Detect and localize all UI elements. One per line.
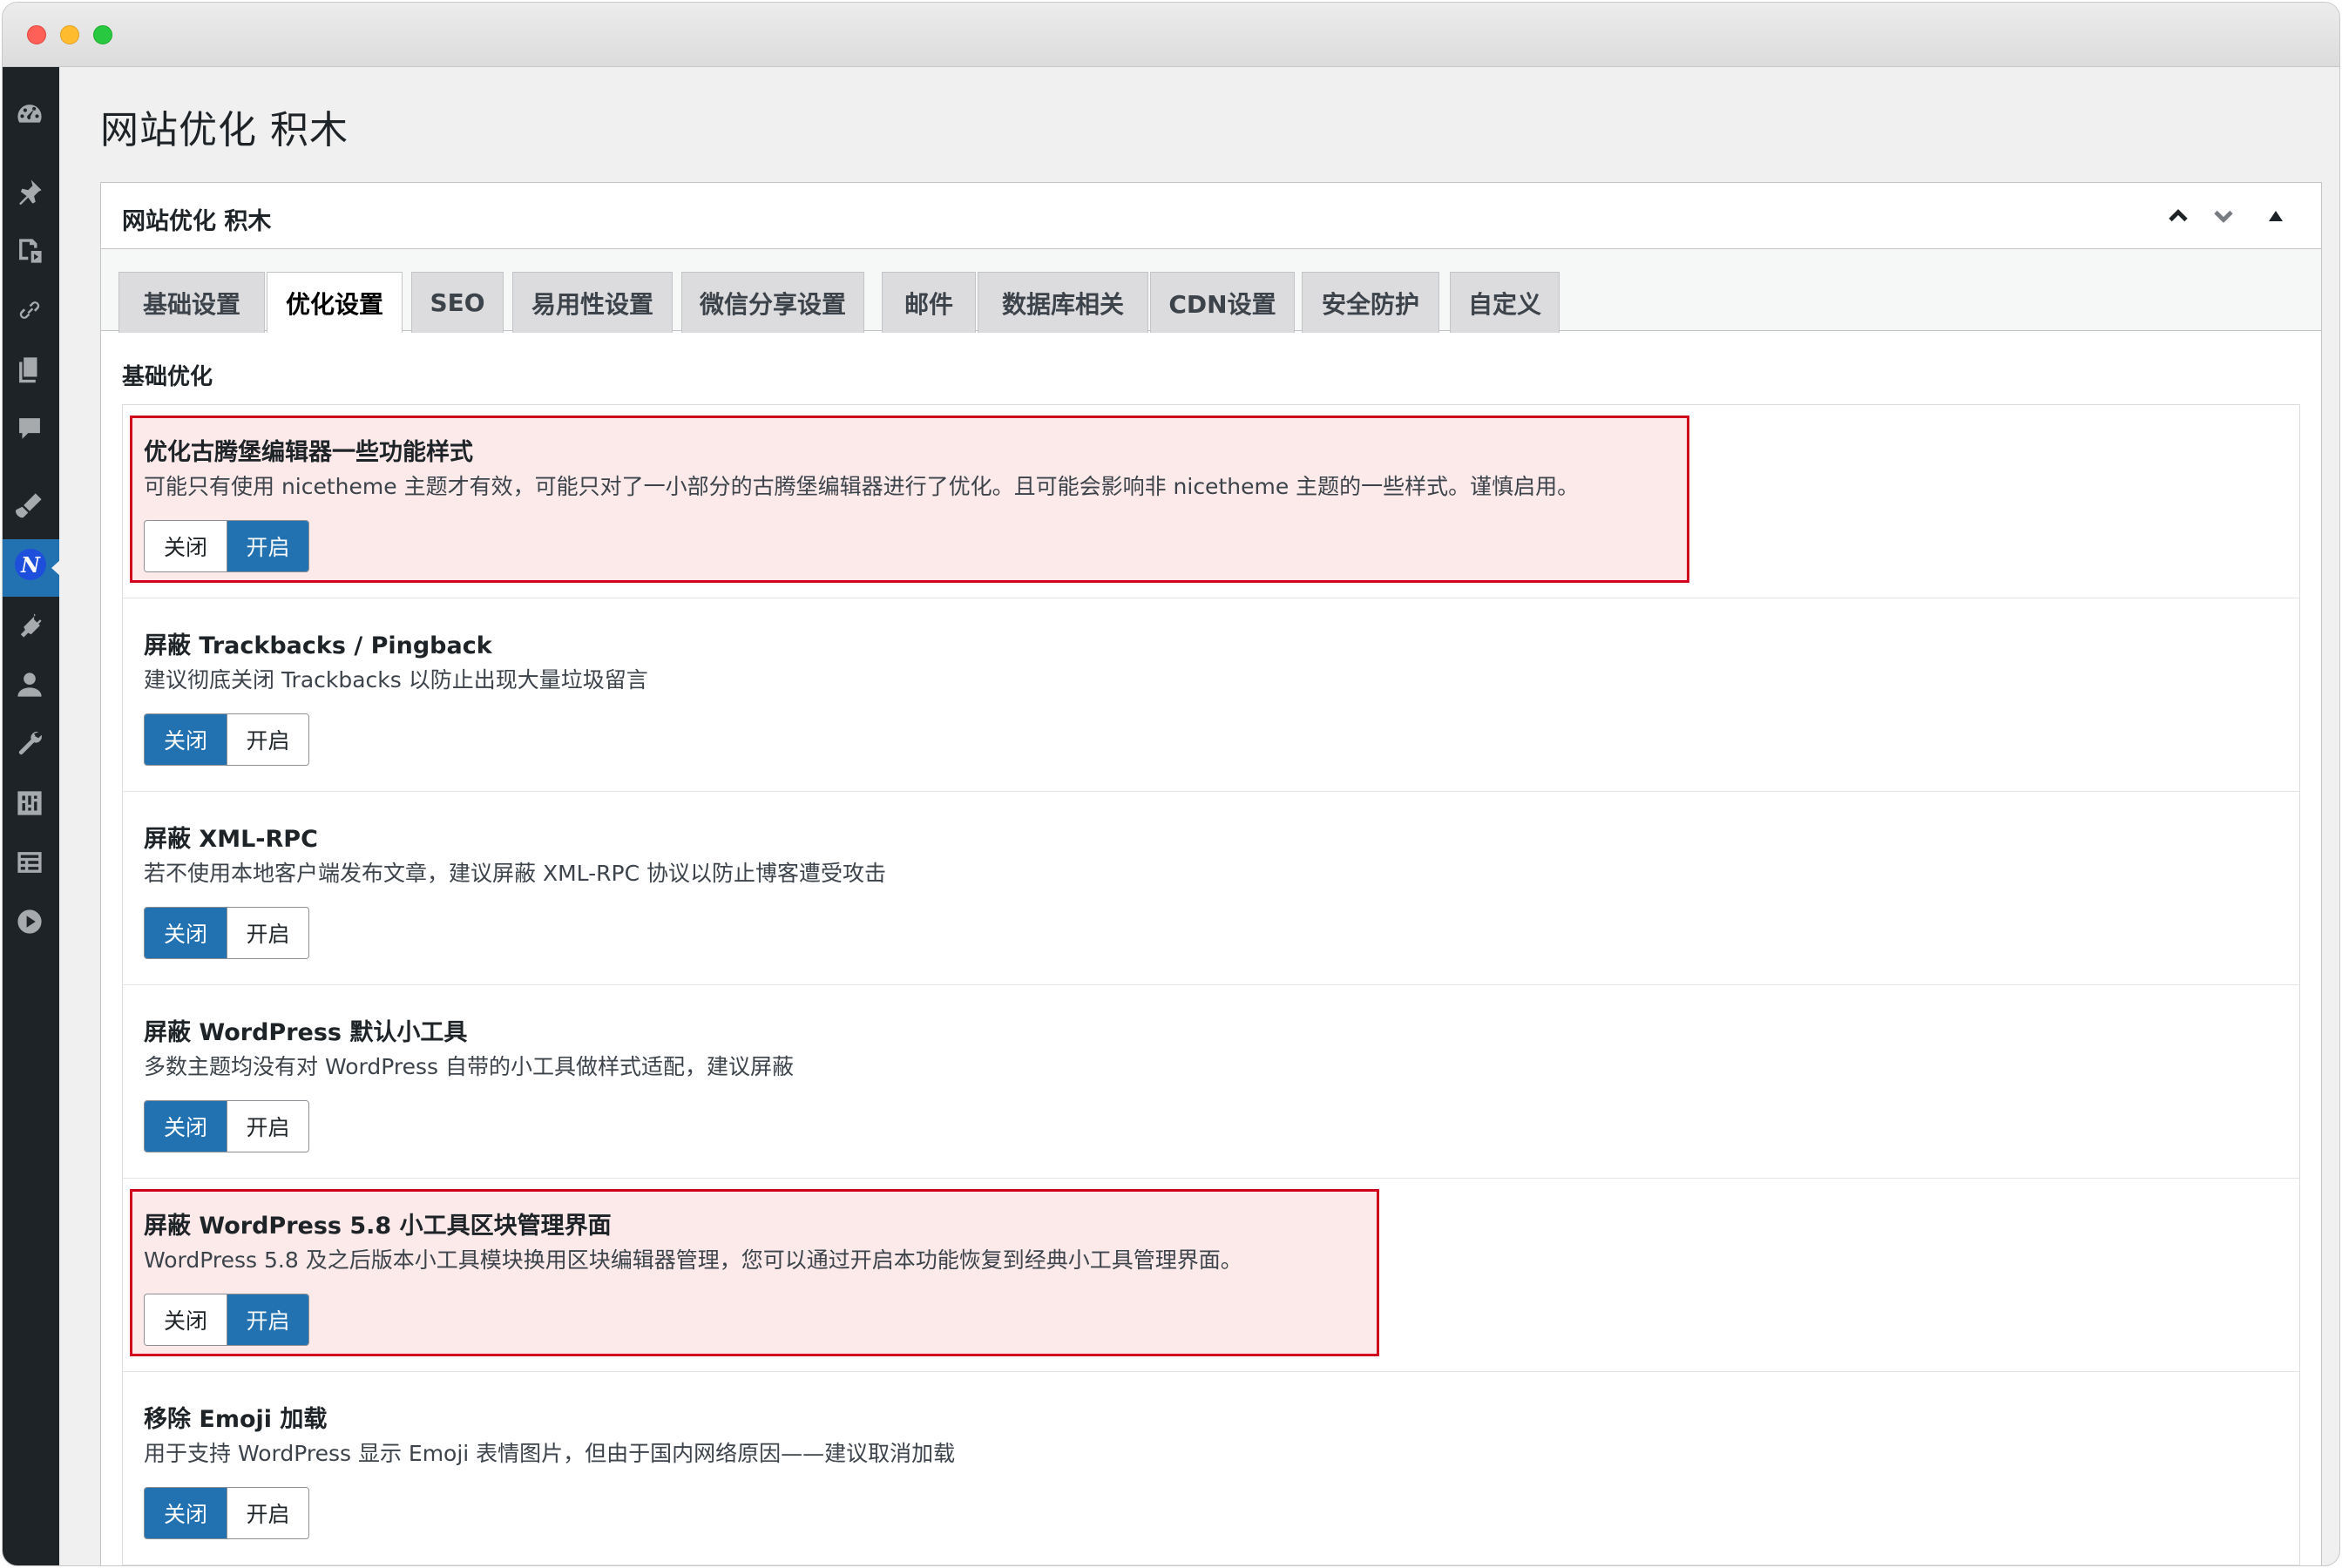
toggle-on-button[interactable]: 开启 [227, 1294, 308, 1345]
option-description: 建议彻底关闭 Trackbacks 以防止出现大量垃圾留言 [144, 667, 648, 693]
users-icon[interactable] [13, 668, 46, 701]
tab-seo[interactable]: SEO [411, 272, 504, 333]
toggle-off-button[interactable]: 关闭 [145, 714, 227, 765]
panel-title: 网站优化 积木 [122, 208, 272, 235]
option-toggle: 关闭 开启 [144, 907, 309, 959]
tab-security[interactable]: 安全防护 [1302, 272, 1439, 333]
toggle-on-button[interactable]: 开启 [227, 714, 308, 765]
move-down-icon[interactable] [2208, 200, 2239, 232]
option-gutenberg-styles: 优化古腾堡编辑器一些功能样式 可能只有使用 nicetheme 主题才有效，可能… [123, 405, 2299, 598]
option-disable-default-widgets: 屏蔽 WordPress 默认小工具 多数主题均没有对 WordPress 自带… [123, 985, 2299, 1179]
settings-icon[interactable] [13, 787, 46, 820]
option-description: 可能只有使用 nicetheme 主题才有效，可能只对了一小部分的古腾堡编辑器进… [144, 474, 1580, 499]
option-remove-emoji: 移除 Emoji 加载 用于支持 WordPress 显示 Emoji 表情图片… [123, 1372, 2299, 1565]
tab-optimization-settings[interactable]: 优化设置 [267, 272, 403, 333]
options-list: 优化古腾堡编辑器一些功能样式 可能只有使用 nicetheme 主题才有效，可能… [122, 404, 2300, 1565]
toggle-off-button[interactable]: 关闭 [145, 521, 227, 571]
tab-bar: 基础设置 优化设置 SEO 易用性设置 微信分享设置 邮件 数据库相关 CDN设… [101, 249, 2321, 333]
browser-window: N 网站优化 积木 网站优化 积木 基础设置 优化设置 SEO 易用性设置 微信… [2, 2, 2340, 1566]
pages-icon[interactable] [13, 353, 46, 386]
collapse-panel-icon[interactable] [2260, 200, 2291, 232]
tab-cdn-settings[interactable]: CDN设置 [1150, 272, 1295, 333]
link-icon[interactable] [13, 294, 46, 327]
tab-custom[interactable]: 自定义 [1450, 272, 1560, 333]
option-description: WordPress 5.8 及之后版本小工具模块换用区块编辑器管理，您可以通过开… [144, 1247, 1242, 1273]
toggle-on-button[interactable]: 开启 [227, 908, 308, 958]
plugins-icon[interactable] [13, 609, 46, 642]
option-disable-widget-block-editor: 屏蔽 WordPress 5.8 小工具区块管理界面 WordPress 5.8… [123, 1179, 2299, 1372]
dashboard-icon[interactable] [13, 98, 46, 132]
option-toggle: 关闭 开启 [144, 1487, 309, 1539]
settings-panel: 网站优化 积木 基础设置 优化设置 SEO 易用性设置 微信分享设置 邮件 数据… [100, 182, 2322, 1565]
toggle-on-button[interactable]: 开启 [227, 1488, 308, 1538]
minimize-window-button[interactable] [60, 25, 79, 44]
close-window-button[interactable] [27, 25, 46, 44]
admin-sidebar: N [3, 67, 60, 1565]
toggle-off-button[interactable]: 关闭 [145, 1101, 227, 1152]
toggle-off-button[interactable]: 关闭 [145, 908, 227, 958]
tab-usability-settings[interactable]: 易用性设置 [512, 272, 673, 333]
option-description: 用于支持 WordPress 显示 Emoji 表情图片，但由于国内网络原因——… [144, 1441, 956, 1466]
panel-header: 网站优化 积木 [101, 183, 2321, 249]
option-title: 屏蔽 XML-RPC [144, 826, 318, 853]
section-title: 基础优化 [122, 364, 213, 390]
option-toggle: 关闭 开启 [144, 1100, 309, 1152]
window-titlebar [3, 3, 2339, 67]
option-title: 优化古腾堡编辑器一些功能样式 [144, 439, 473, 466]
option-title: 屏蔽 Trackbacks / Pingback [144, 632, 492, 659]
option-description: 多数主题均没有对 WordPress 自带的小工具做样式适配，建议屏蔽 [144, 1054, 794, 1079]
tab-wechat-share-settings[interactable]: 微信分享设置 [681, 272, 864, 333]
option-title: 屏蔽 WordPress 5.8 小工具区块管理界面 [144, 1213, 612, 1240]
table-icon[interactable] [13, 846, 46, 879]
option-description: 若不使用本地客户端发布文章，建议屏蔽 XML-RPC 协议以防止博客遭受攻击 [144, 861, 887, 886]
option-title: 屏蔽 WordPress 默认小工具 [144, 1019, 468, 1046]
pin-icon[interactable] [13, 175, 46, 208]
play-icon[interactable] [13, 905, 46, 938]
toggle-off-button[interactable]: 关闭 [145, 1488, 227, 1538]
page-title: 网站优化 积木 [100, 108, 349, 152]
option-toggle: 关闭 开启 [144, 1294, 309, 1346]
tab-database[interactable]: 数据库相关 [978, 272, 1148, 333]
media-icon[interactable] [13, 234, 46, 267]
toggle-on-button[interactable]: 开启 [227, 521, 308, 571]
nicetheme-logo-icon: N [15, 549, 46, 580]
sidebar-item-nicetheme[interactable]: N [3, 539, 60, 597]
appearance-icon[interactable] [13, 489, 46, 522]
tools-icon[interactable] [13, 727, 46, 760]
move-up-icon[interactable] [2163, 200, 2194, 232]
option-disable-xmlrpc: 屏蔽 XML-RPC 若不使用本地客户端发布文章，建议屏蔽 XML-RPC 协议… [123, 792, 2299, 985]
zoom-window-button[interactable] [93, 25, 112, 44]
option-toggle: 关闭 开启 [144, 520, 309, 572]
option-title: 移除 Emoji 加载 [144, 1406, 328, 1433]
toggle-on-button[interactable]: 开启 [227, 1101, 308, 1152]
toggle-off-button[interactable]: 关闭 [145, 1294, 227, 1345]
comments-icon[interactable] [13, 412, 46, 445]
tab-mail[interactable]: 邮件 [882, 272, 976, 333]
option-disable-trackbacks: 屏蔽 Trackbacks / Pingback 建议彻底关闭 Trackbac… [123, 598, 2299, 792]
tab-basic-settings[interactable]: 基础设置 [118, 272, 265, 333]
option-toggle: 关闭 开启 [144, 713, 309, 766]
